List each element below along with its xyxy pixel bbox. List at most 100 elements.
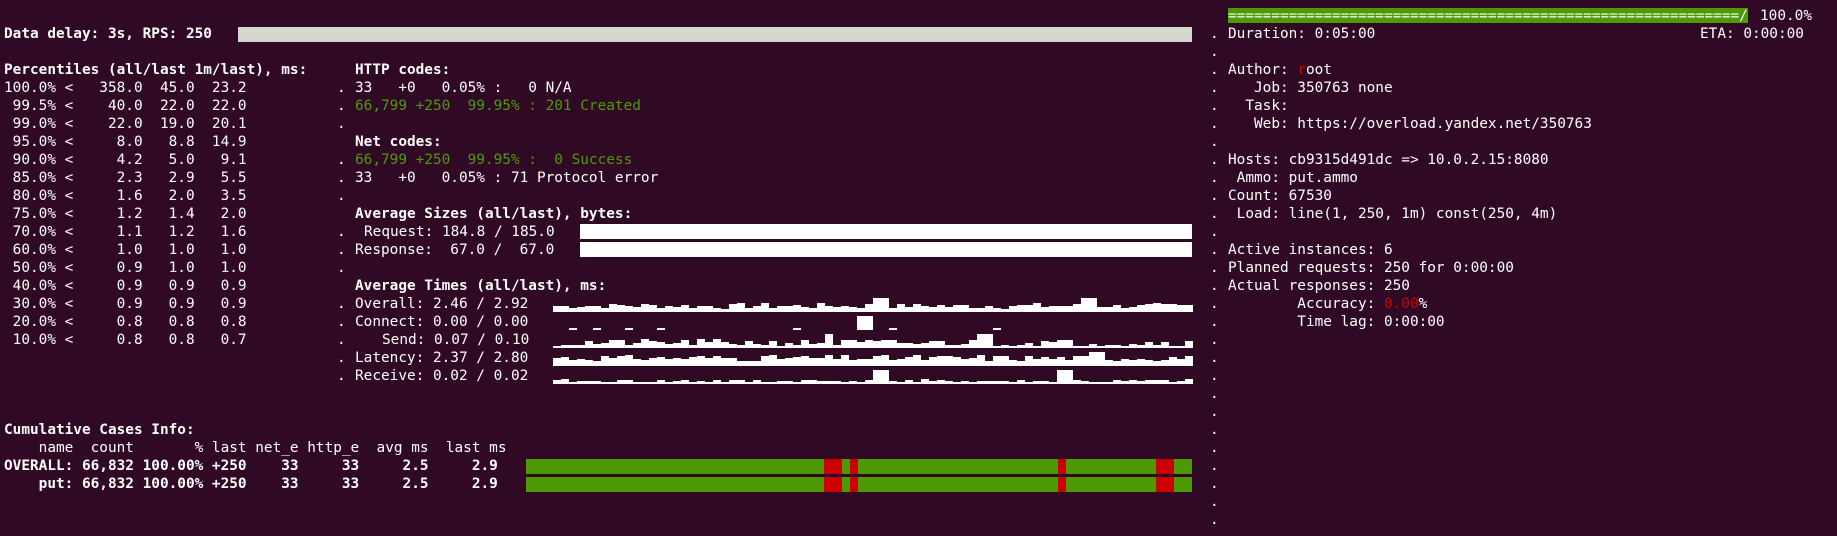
sparkline-bar: [729, 304, 737, 312]
sparkline-bar: [1105, 345, 1113, 348]
sparkline-bar: [577, 307, 585, 312]
sparkline-bar: [737, 361, 745, 366]
divider-dot: .: [337, 116, 346, 132]
sparkline-bar: [1049, 359, 1057, 366]
sparkline-bar: [849, 381, 857, 384]
ammo-line: Ammo: put.ammo: [1228, 170, 1358, 186]
sparkline-bar: [561, 306, 569, 312]
eta: ETA: 0:00:00: [1700, 26, 1804, 42]
divider-dot: .: [1210, 278, 1219, 294]
sparkline-bar: [1105, 307, 1113, 312]
divider-dot: .: [337, 332, 346, 348]
sparkline-bar: [913, 355, 921, 366]
sparkline-bar: [1153, 345, 1161, 348]
sparkline-bar: [1001, 356, 1009, 366]
sparkline-bar: [705, 306, 713, 312]
sparkline-bar: [857, 342, 865, 348]
sparkline-bar: [1009, 382, 1017, 384]
sparkline-bar: [953, 305, 961, 312]
sparkline-bar: [897, 343, 905, 348]
percentile-row: 99.0% < 22.0 19.0 20.1: [4, 116, 247, 132]
case-bar-error-segment: [1156, 477, 1174, 492]
http-codes-title: HTTP codes:: [355, 62, 451, 78]
sparkline-bar: [825, 334, 833, 348]
sparkline-bar: [1009, 360, 1017, 366]
sparkline-bar: [993, 328, 1001, 330]
sparkline-bar: [609, 382, 617, 384]
sparkline-bar: [921, 379, 929, 384]
sparkline-bar: [961, 359, 969, 366]
hosts-line: Hosts: cb9315d491dc => 10.0.2.15:8080: [1228, 152, 1549, 168]
sparkline-bar: [1081, 346, 1089, 348]
sparkline-bar: [889, 340, 897, 348]
sparkline-bar: [1089, 344, 1097, 348]
sparkline-bar: [601, 356, 609, 366]
case-bar-error-segment: [850, 477, 858, 492]
case-bar-error-segment: [824, 459, 842, 474]
sparkline-bar: [665, 382, 673, 384]
sparkline-bar: [905, 380, 913, 384]
sparkline-bar: [793, 345, 801, 348]
sparkline-bar: [697, 339, 705, 348]
percentile-row: 80.0% < 1.6 2.0 3.5: [4, 188, 247, 204]
sparkline-bar: [857, 308, 865, 312]
case-bar-error-segment: [824, 477, 842, 492]
sparkline-bar: [873, 341, 881, 348]
percentile-row: 60.0% < 1.0 1.0 1.0: [4, 242, 247, 258]
sparkline-bar: [857, 316, 865, 330]
sparkline-bar: [1065, 340, 1073, 348]
sparkline-bar: [1025, 343, 1033, 348]
sparkline-bar: [801, 307, 809, 312]
sparkline-bar: [977, 308, 985, 312]
sparkline-bar: [905, 343, 913, 348]
times-send: Send: 0.07 / 0.10: [382, 332, 530, 348]
sparkline-bar: [585, 306, 593, 312]
sparkline-bar: [1145, 380, 1153, 384]
sparkline-bar: [881, 298, 889, 312]
sparkline-bar: [577, 359, 585, 366]
sparkline-bar: [1121, 346, 1129, 348]
sparkline-bar: [889, 308, 897, 312]
percentile-row: 20.0% < 0.8 0.8 0.8: [4, 314, 247, 330]
divider-dot: .: [337, 188, 346, 204]
sparkline-bar: [929, 341, 937, 348]
sparkline-bar: [1185, 379, 1193, 384]
sparkline-bar: [753, 361, 761, 366]
divider-dot: .: [1210, 242, 1219, 258]
sparkline-bar: [945, 356, 953, 366]
divider-dot: .: [1210, 386, 1219, 402]
sparkline-bar: [1097, 346, 1105, 348]
divider-dot: .: [1210, 62, 1219, 78]
sparkline-bar: [865, 304, 873, 312]
sparkline-bar: [777, 359, 785, 366]
sparkline-bar: [633, 307, 641, 312]
sparkline-bar: [753, 306, 761, 312]
http-code-row-201: 66,799 +250 99.95% : 201 Created: [355, 98, 641, 114]
sparkline-bar: [1057, 340, 1065, 348]
author-first-letter: r: [1297, 62, 1306, 78]
sparkline-bar: [1017, 345, 1025, 348]
accuracy-label: Accuracy:: [1228, 296, 1384, 312]
sparkline-bar: [753, 344, 761, 348]
divider-dot: .: [1210, 314, 1219, 330]
percentile-row: 40.0% < 0.9 0.9 0.9: [4, 278, 247, 294]
sparkline-bar: [785, 358, 793, 366]
sparkline-bar: [689, 345, 697, 348]
sparkline-bar: [617, 380, 625, 384]
sparkline-bar: [873, 356, 881, 366]
sparkline-bar: [1161, 342, 1169, 348]
planned-requests: Planned requests: 250 for 0:00:00: [1228, 260, 1514, 276]
author-line: Author: root: [1228, 61, 1332, 79]
divider-dot: .: [1210, 350, 1219, 366]
sparkline-bar: [657, 380, 665, 384]
sparkline-bar: [553, 380, 561, 384]
sparkline-bar: [569, 328, 577, 330]
sparkline-bar: [697, 356, 705, 366]
sparkline-bar: [1057, 357, 1065, 366]
times-receive: Receive: 0.02 / 0.02: [355, 368, 529, 384]
sparkline-bar: [577, 381, 585, 384]
percentile-row: 30.0% < 0.9 0.9 0.9: [4, 296, 247, 312]
sparkline-bar: [825, 306, 833, 312]
divider-dot: .: [337, 260, 346, 276]
sparkline-bar: [1177, 305, 1185, 312]
